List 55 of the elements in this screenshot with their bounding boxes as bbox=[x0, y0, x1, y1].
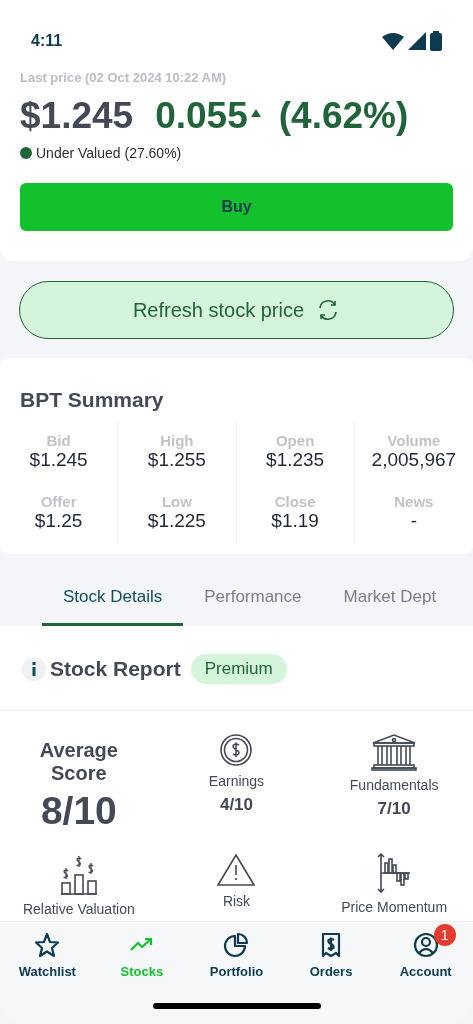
average-score-label: Average Score bbox=[38, 739, 119, 785]
stat-label: Bid bbox=[46, 432, 71, 449]
stat-value: $1.25 bbox=[34, 510, 83, 532]
percent-change: (4.62%) bbox=[278, 95, 409, 137]
valuation-text: Under Valued (27.60%) bbox=[36, 145, 182, 161]
bank-icon bbox=[371, 733, 418, 771]
score-label: Price Momentum bbox=[341, 899, 448, 915]
stock-price: $1.245 bbox=[20, 95, 134, 137]
score-value: 7/10 bbox=[377, 799, 411, 819]
stat-value: $1.225 bbox=[147, 510, 206, 532]
wifi-icon bbox=[382, 32, 404, 50]
score-label: Earnings bbox=[208, 773, 265, 789]
score-label: Fundamentals bbox=[349, 777, 439, 793]
bar-chart-icon bbox=[59, 853, 98, 895]
battery-icon bbox=[430, 31, 442, 51]
stat-label: Open bbox=[275, 432, 315, 449]
warning-icon bbox=[217, 853, 256, 887]
price-change: 0.055 bbox=[155, 95, 248, 137]
stat-value: $1.19 bbox=[271, 510, 319, 532]
notification-badge: 1 bbox=[433, 924, 456, 946]
summary-title: BPT Summary bbox=[20, 388, 165, 412]
buy-button[interactable]: Buy bbox=[20, 183, 453, 231]
stat-label: Low bbox=[161, 493, 192, 510]
stat-value: - bbox=[410, 510, 418, 532]
stat-label: Close bbox=[274, 493, 316, 510]
coin-icon bbox=[219, 733, 254, 767]
stat-value: $1.245 bbox=[29, 449, 88, 471]
stat-value: $1.235 bbox=[266, 449, 325, 471]
account-icon bbox=[412, 932, 439, 958]
score-label: Relative Valuation bbox=[22, 901, 135, 917]
stat-label: Volume bbox=[387, 432, 441, 449]
last-price-label: Last price (02 Oct 2024 10:22 AM) bbox=[20, 70, 228, 85]
signal-icon bbox=[408, 32, 426, 50]
tab[interactable]: Market Dept bbox=[322, 570, 458, 626]
stat-value: $1.255 bbox=[147, 449, 206, 471]
stat-label: News bbox=[394, 493, 434, 510]
nav-tab[interactable]: Orders bbox=[291, 924, 372, 981]
refresh-button[interactable]: Refresh stock price bbox=[19, 281, 454, 339]
momentum-chart-icon bbox=[376, 853, 413, 893]
average-score-value: 8/10 bbox=[40, 789, 117, 833]
score-value: 4/10 bbox=[219, 795, 254, 815]
tab[interactable]: Performance bbox=[183, 570, 323, 626]
status-time: 4:11 bbox=[31, 32, 63, 50]
stat-label: High bbox=[160, 432, 194, 449]
star-icon bbox=[34, 932, 61, 958]
stat-label: Offer bbox=[40, 493, 77, 510]
premium-badge: Premium bbox=[190, 654, 287, 684]
nav-tab[interactable]: Watchlist bbox=[7, 924, 88, 981]
stat-value: 2,005,967 bbox=[371, 449, 457, 471]
nav-tab[interactable]: Account 1 bbox=[385, 924, 466, 981]
report-title: Stock Report bbox=[50, 657, 181, 681]
info-icon bbox=[32, 662, 36, 676]
score-label: Risk bbox=[222, 893, 251, 909]
pie-chart-icon bbox=[223, 932, 250, 958]
nav-tab[interactable]: Portfolio bbox=[196, 924, 277, 981]
